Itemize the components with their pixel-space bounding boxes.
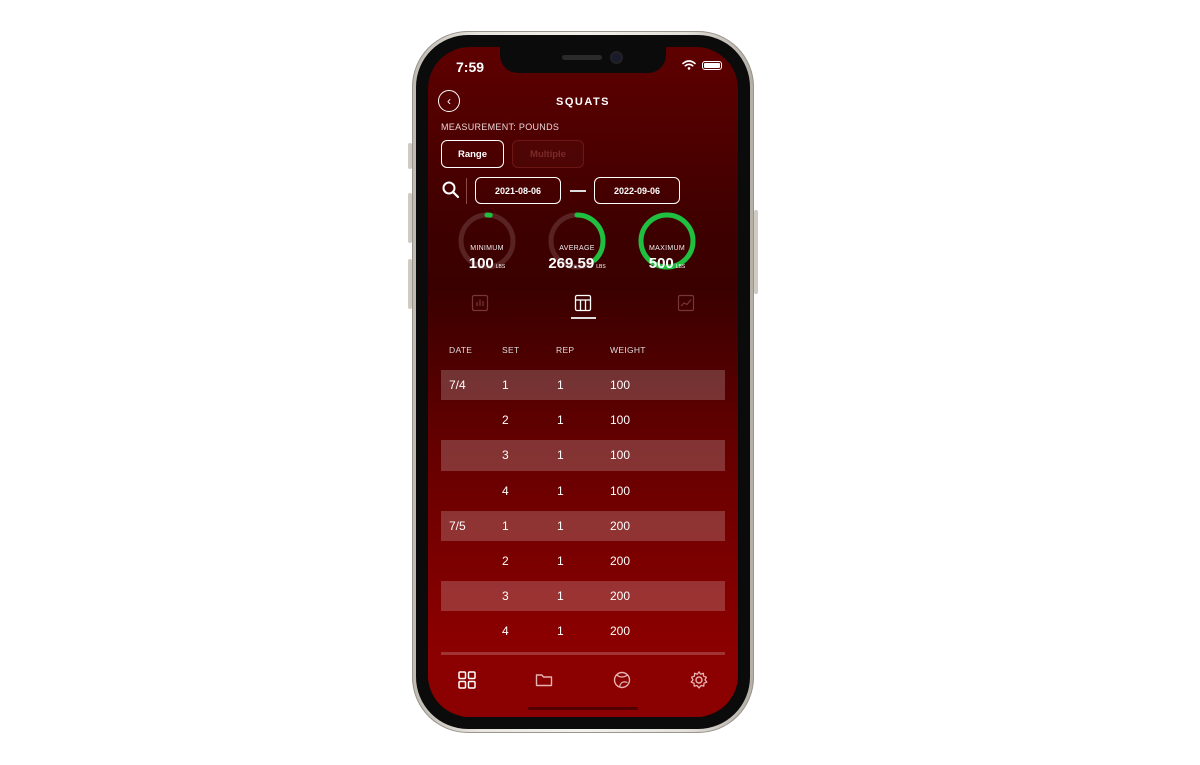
gauge-value: 100 LBS: [435, 255, 539, 272]
table-header: DATE SET REP WEIGHT: [441, 345, 725, 359]
bar-chart-icon[interactable]: [471, 294, 489, 312]
cell-rep: 1: [557, 378, 564, 392]
cell-rep: 1: [557, 413, 564, 428]
table-row[interactable]: 7/4 1 1 100: [441, 370, 725, 401]
gauge-label: AVERAGE: [559, 245, 595, 252]
cell-set: 3: [502, 589, 509, 604]
ball-icon[interactable]: [612, 670, 632, 690]
settings-icon[interactable]: [689, 670, 709, 690]
search-divider: [466, 178, 467, 204]
cell-set: 2: [502, 553, 509, 568]
volume-up-button: [408, 193, 412, 243]
table-row[interactable]: 4 1 100: [441, 476, 725, 506]
cell-date: 7/4: [449, 378, 466, 392]
silent-switch: [408, 143, 412, 169]
column-header-set: SET: [502, 345, 520, 355]
range-toggle-button[interactable]: Range: [441, 140, 504, 168]
cell-weight: 200: [610, 553, 631, 568]
cell-weight: 100: [610, 483, 631, 498]
gauge-value: 500 LBS: [615, 255, 719, 272]
speaker-grille: [562, 55, 602, 60]
table-row[interactable]: 3 1 100: [441, 440, 725, 471]
cell-set: 4: [502, 483, 509, 498]
end-date-field[interactable]: 2022-09-06: [594, 177, 680, 204]
table-view-icon[interactable]: [574, 294, 592, 312]
cell-set: 1: [502, 378, 509, 392]
cell-set: 2: [502, 413, 509, 428]
cell-rep: 1: [557, 518, 564, 533]
minimum-gauge: MINIMUM 100 LBS: [455, 209, 519, 273]
cell-rep: 1: [557, 448, 564, 463]
cell-rep: 1: [557, 553, 564, 568]
minimum-value: 100: [468, 255, 494, 272]
unit-label: LBS: [596, 264, 606, 270]
power-button: [754, 210, 758, 294]
volume-down-button: [408, 259, 412, 309]
column-header-weight: WEIGHT: [610, 345, 646, 355]
maximum-gauge: MAXIMUM 500 LBS: [635, 209, 699, 273]
table-row[interactable]: 2 1 100: [441, 405, 725, 435]
cell-set: 1: [502, 518, 509, 533]
start-date-field[interactable]: 2021-08-06: [475, 177, 561, 204]
status-time: 7:59: [456, 59, 485, 75]
gauge-value: 269.59 LBS: [525, 255, 629, 272]
gauge-label: MINIMUM: [470, 245, 504, 252]
cell-date: 7/5: [449, 518, 466, 533]
table-row[interactable]: 2 1 200: [441, 546, 725, 576]
unit-label: LBS: [675, 264, 686, 270]
app-screen: 7:59 ‹ SQUATS MEASUREMENT: POUNDS Range …: [428, 47, 738, 717]
cell-weight: 100: [610, 448, 631, 463]
multiple-toggle-button[interactable]: Multiple: [512, 140, 584, 168]
battery-icon: [702, 60, 722, 70]
cell-weight: 200: [610, 624, 631, 639]
cell-rep: 1: [557, 483, 564, 498]
table-row[interactable]: 3 1 200: [441, 581, 725, 612]
front-camera: [612, 53, 621, 62]
measurement-label: MEASUREMENT: POUNDS: [441, 122, 560, 132]
search-icon[interactable]: [441, 180, 461, 200]
active-view-indicator: [571, 317, 596, 319]
status-icons: [682, 60, 722, 70]
folder-icon[interactable]: [534, 670, 554, 690]
notch: [500, 47, 666, 73]
average-value: 269.59: [548, 255, 595, 272]
table-row[interactable]: 4 1 200: [441, 616, 725, 646]
table-row[interactable]: 7/5 1 1 200: [441, 510, 725, 542]
gauge-label: MAXIMUM: [649, 245, 685, 252]
grid-icon[interactable]: [457, 670, 477, 690]
cell-rep: 1: [557, 589, 564, 604]
page-title: SQUATS: [555, 96, 611, 108]
cell-weight: 100: [610, 413, 631, 428]
cell-weight: 200: [610, 518, 631, 533]
column-header-date: DATE: [449, 345, 473, 355]
home-indicator: [528, 707, 638, 710]
table-body: 7/4 1 1 100 2 1 100 3 1 100 4 1 100 7/5 …: [441, 370, 725, 655]
cell-rep: 1: [557, 624, 564, 639]
line-chart-icon[interactable]: [677, 294, 695, 312]
cell-weight: 100: [610, 378, 631, 392]
maximum-value: 500: [648, 255, 674, 272]
unit-label: LBS: [495, 264, 506, 270]
cell-set: 4: [502, 624, 509, 639]
cell-set: 3: [502, 448, 509, 463]
date-range-dash: [570, 190, 586, 192]
wifi-icon: [682, 60, 696, 70]
column-header-rep: REP: [556, 345, 575, 355]
cell-weight: 200: [610, 589, 631, 604]
average-gauge: AVERAGE 269.59 LBS: [545, 209, 609, 273]
